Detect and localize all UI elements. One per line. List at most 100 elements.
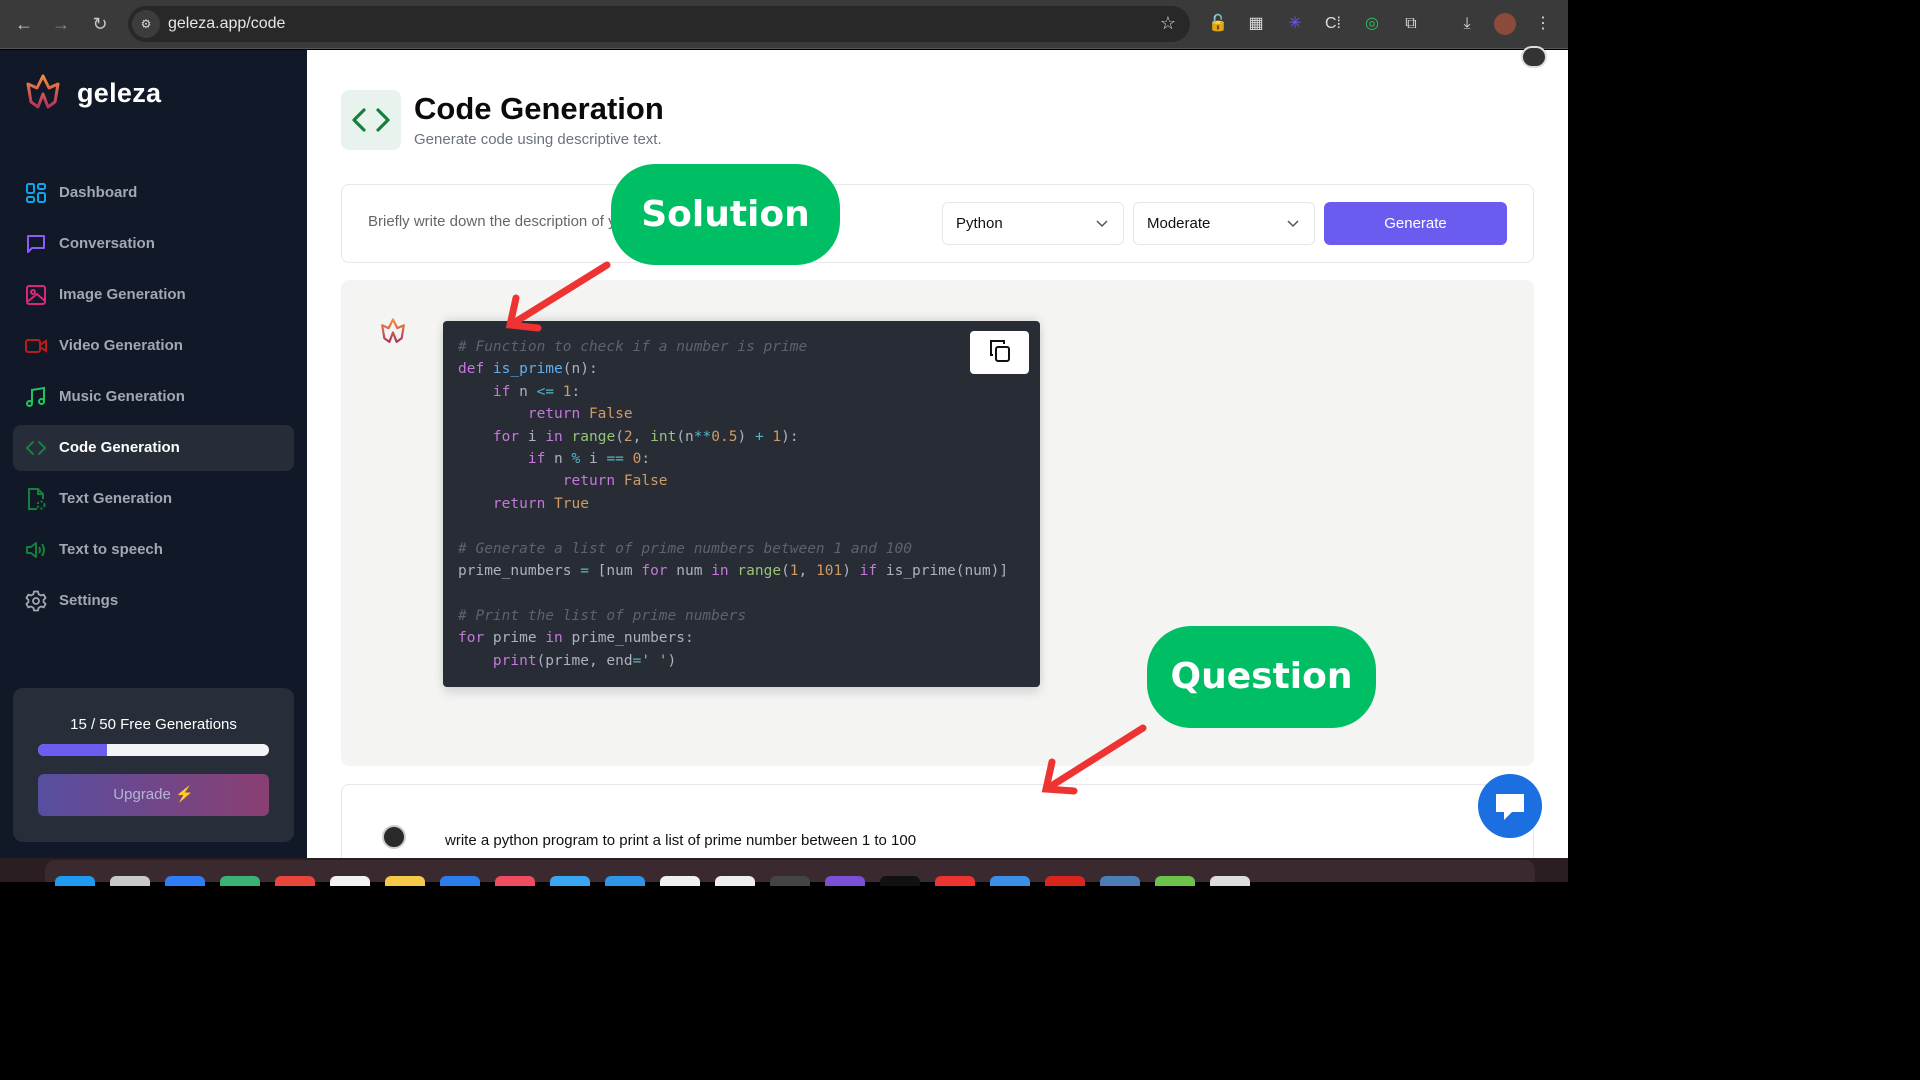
- code-token: range: [571, 428, 616, 445]
- dock-app-icon[interactable]: [660, 876, 700, 886]
- code-token: (prime, end: [536, 652, 633, 669]
- brand-name[interactable]: geleza: [77, 78, 161, 109]
- code-token: i: [519, 428, 546, 445]
- code-token: for: [492, 428, 520, 445]
- profile-avatar[interactable]: [1494, 13, 1516, 35]
- code-token: 1: [772, 428, 782, 445]
- dock-app-icon[interactable]: [495, 876, 535, 886]
- code-token: :: [571, 383, 581, 400]
- sidebar-item-video-generation[interactable]: Video Generation: [13, 323, 294, 369]
- dock-app-icon[interactable]: [770, 876, 810, 886]
- code-token: %: [571, 451, 581, 468]
- dock-tray: [45, 860, 1535, 886]
- dock-app-icon[interactable]: [110, 876, 150, 886]
- sidebar-item-label: Dashboard: [59, 184, 138, 201]
- reload-button[interactable]: ↻: [88, 12, 112, 36]
- code-token: True: [554, 495, 589, 512]
- code-line: return False: [458, 470, 1008, 492]
- code-line: for i in range(2, int(n**0.5) + 1):: [458, 426, 1008, 448]
- support-chat-button[interactable]: [1478, 774, 1542, 838]
- site-settings-icon[interactable]: ⚙: [132, 10, 160, 38]
- dock-app-icon[interactable]: [1210, 876, 1250, 886]
- dock-app-icon[interactable]: [605, 876, 645, 886]
- code-icon: [25, 441, 47, 455]
- page-subtitle: Generate code using descriptive text.: [414, 131, 662, 148]
- code-token: n: [545, 451, 572, 468]
- user-avatar: [382, 825, 406, 849]
- dock-app-icon[interactable]: [715, 876, 755, 886]
- complexity-select[interactable]: Moderate: [1133, 202, 1315, 245]
- language-select[interactable]: Python: [942, 202, 1124, 245]
- code-token: n: [510, 383, 537, 400]
- image-icon: [26, 285, 46, 305]
- dock-app-icon[interactable]: [935, 876, 975, 886]
- sidebar-item-image-generation[interactable]: Image Generation: [13, 272, 294, 318]
- page-icon: [341, 90, 401, 150]
- dock-app-icon[interactable]: [275, 876, 315, 886]
- bot-avatar-icon: [381, 318, 405, 343]
- dock-app-icon[interactable]: [1155, 876, 1195, 886]
- asterisk-icon[interactable]: ✳: [1284, 13, 1306, 35]
- user-avatar-menu[interactable]: [1521, 46, 1547, 68]
- dock-app-icon[interactable]: [330, 876, 370, 886]
- dock-app-icon[interactable]: [550, 876, 590, 886]
- sidebar-item-music-generation[interactable]: Music Generation: [13, 374, 294, 420]
- code-line: for prime in prime_numbers:: [458, 627, 1008, 649]
- dock-app-icon[interactable]: [220, 876, 260, 886]
- sidebar-item-text-to-speech[interactable]: Text to speech: [13, 527, 294, 573]
- code-line: print(prime, end=' '): [458, 650, 1008, 672]
- forward-button[interactable]: →: [49, 12, 73, 36]
- generate-button[interactable]: Generate: [1324, 202, 1507, 245]
- sidebar-item-settings[interactable]: Settings: [13, 578, 294, 624]
- sidebar-item-label: Image Generation: [59, 286, 186, 303]
- dock-app-icon[interactable]: [1045, 876, 1085, 886]
- download-icon[interactable]: ⤓: [1456, 13, 1478, 35]
- dock-app-icon[interactable]: [1100, 876, 1140, 886]
- dock-app-icon[interactable]: [990, 876, 1030, 886]
- code-block: # Function to check if a number is prime…: [443, 321, 1040, 687]
- sidebar-item-code-generation[interactable]: Code Generation: [13, 425, 294, 471]
- more-icon[interactable]: ⋮: [1532, 13, 1554, 35]
- dock-app-icon[interactable]: [825, 876, 865, 886]
- dock-app-icon[interactable]: [55, 876, 95, 886]
- code-token: range: [737, 563, 782, 580]
- user-question-text: write a python program to print a list o…: [445, 832, 917, 849]
- dock-app-icon[interactable]: [165, 876, 205, 886]
- upgrade-label: Upgrade: [113, 786, 171, 803]
- file-text-icon: [28, 488, 46, 510]
- extension-grid-icon[interactable]: ▦: [1245, 13, 1267, 35]
- sidebar-item-conversation[interactable]: Conversation: [13, 221, 294, 267]
- target-icon[interactable]: ◎: [1361, 13, 1383, 35]
- lock-icon[interactable]: 🔓: [1207, 13, 1229, 35]
- code-token: # Function to check if a number is prime: [458, 339, 808, 355]
- bracket-icon[interactable]: C⁞: [1322, 13, 1344, 35]
- code-icon: [352, 108, 390, 132]
- puzzle-icon[interactable]: ⧉: [1400, 13, 1422, 35]
- upgrade-button[interactable]: Upgrade ⚡: [38, 774, 269, 816]
- geleza-logo-icon[interactable]: [24, 74, 62, 110]
- chevron-down-icon: [1287, 220, 1299, 228]
- code-line: # Print the list of prime numbers: [458, 605, 1008, 627]
- dock-app-icon[interactable]: [880, 876, 920, 886]
- bookmark-star-icon[interactable]: ☆: [1160, 13, 1176, 34]
- generated-code[interactable]: # Function to check if a number is prime…: [458, 336, 1008, 672]
- copy-button[interactable]: [970, 331, 1029, 374]
- sidebar-item-dashboard[interactable]: Dashboard: [13, 170, 294, 216]
- sidebar-item-label: Video Generation: [59, 337, 183, 354]
- code-token: for: [641, 563, 668, 580]
- sidebar-item-label: Conversation: [59, 235, 155, 252]
- url-text[interactable]: geleza.app/code: [168, 15, 285, 33]
- address-bar[interactable]: ⚙ geleza.app/code ☆: [128, 6, 1190, 42]
- code-line: # Generate a list of prime numbers betwe…: [458, 538, 1008, 560]
- dock-app-icon[interactable]: [385, 876, 425, 886]
- code-line: return False: [458, 403, 1008, 425]
- sidebar-item-text-generation[interactable]: Text Generation: [13, 476, 294, 522]
- code-token: +: [754, 428, 764, 445]
- dock-app-icon[interactable]: [440, 876, 480, 886]
- back-button[interactable]: ←: [12, 12, 36, 36]
- usage-progress-fill: [38, 744, 108, 756]
